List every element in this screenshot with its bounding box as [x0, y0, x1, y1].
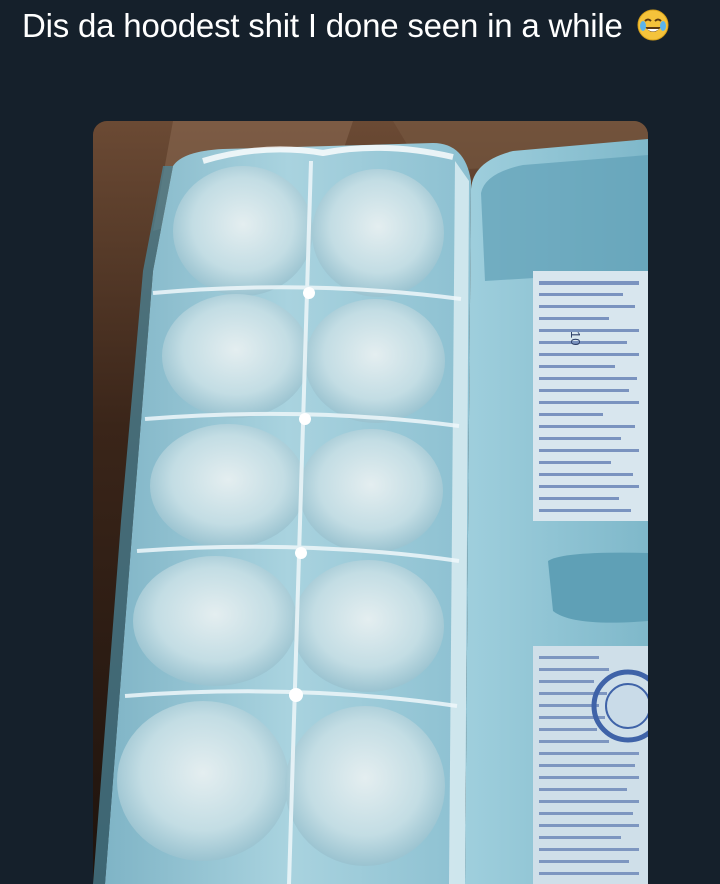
tweet-text-content: Dis da hoodest shit I done seen in a whi…	[22, 7, 623, 44]
carton-label-text: 10	[568, 331, 583, 345]
tweet-photo[interactable]: 10	[93, 121, 648, 884]
egg-carton-ice-tray-image: 10	[93, 121, 648, 884]
tweet-card: Dis da hoodest shit I done seen in a whi…	[0, 0, 720, 884]
tweet-text: Dis da hoodest shit I done seen in a whi…	[22, 0, 702, 52]
crying-laughing-emoji-icon	[636, 5, 670, 41]
